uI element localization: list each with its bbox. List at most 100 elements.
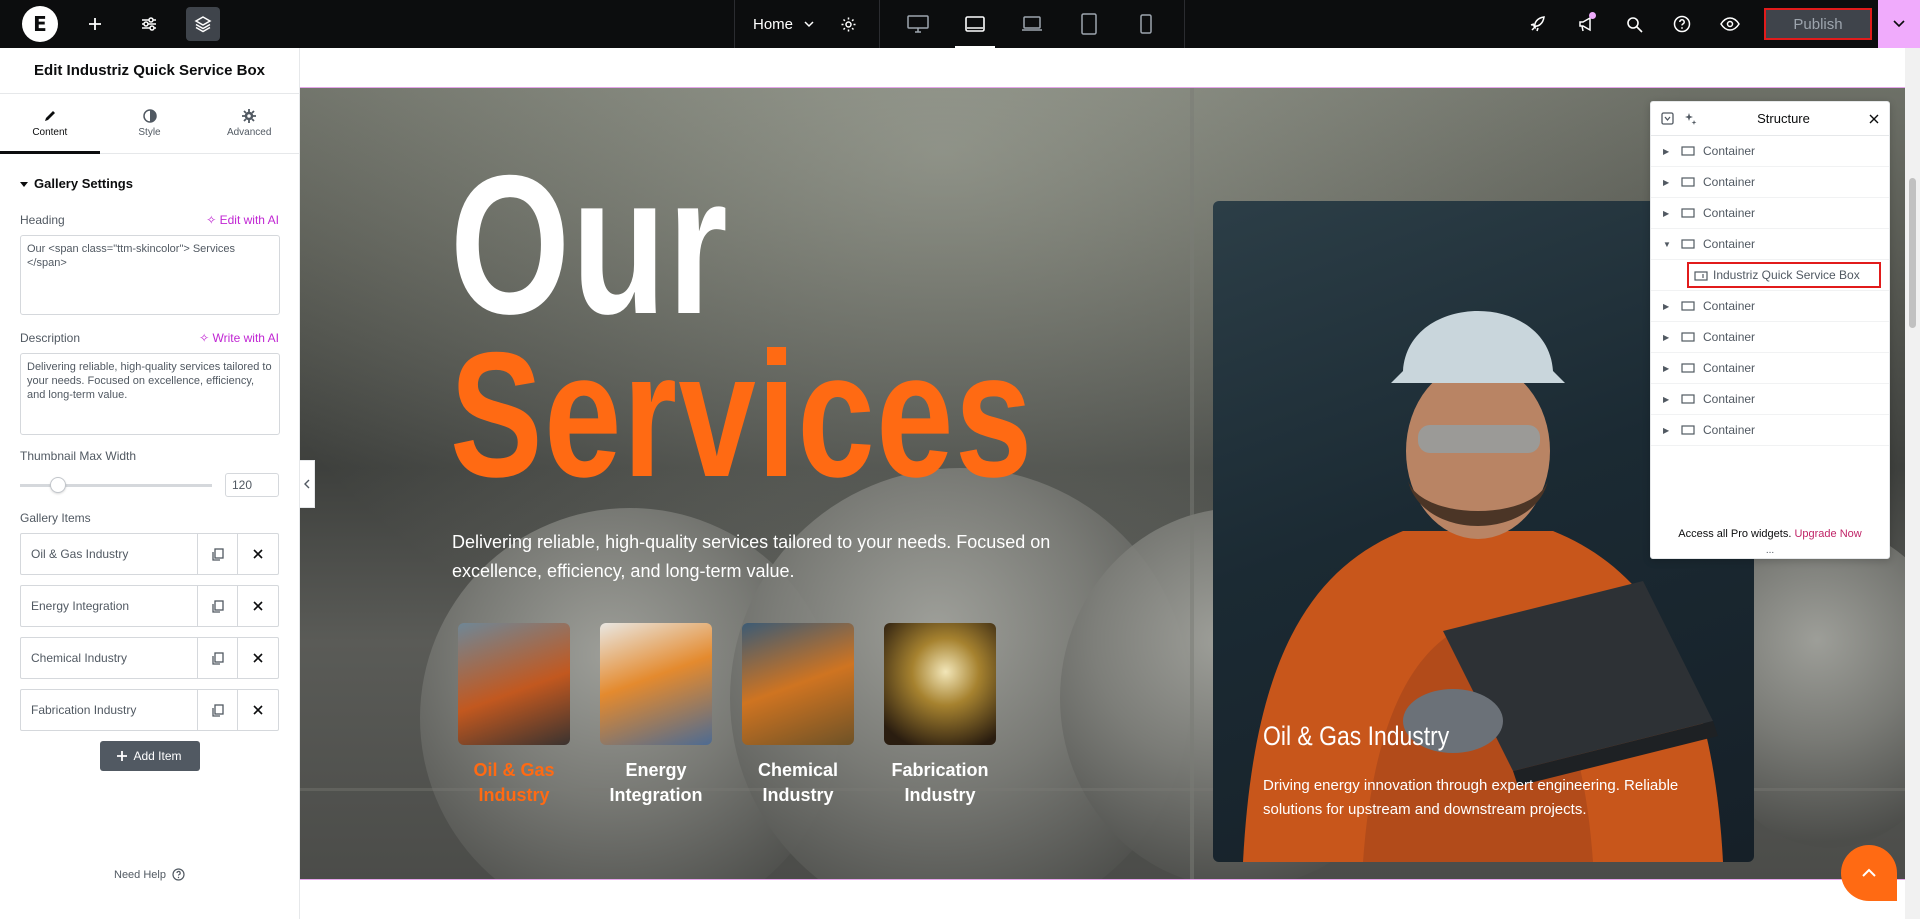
tab-advanced[interactable]: Advanced: [199, 94, 299, 153]
remove-item-button[interactable]: [238, 638, 278, 678]
gallery-item: Oil & Gas Industry: [20, 533, 279, 575]
description-textarea[interactable]: Delivering reliable, high-quality servic…: [20, 353, 280, 435]
device-desktop-button[interactable]: [898, 0, 938, 48]
structure-row[interactable]: ▶ Container: [1651, 291, 1889, 322]
canvas-scrollbar[interactable]: [1905, 48, 1920, 919]
structure-row[interactable]: ▶ Container: [1651, 415, 1889, 446]
service-thumb-chemical[interactable]: Chemical Industry: [736, 623, 860, 808]
caret-right-icon[interactable]: ▶: [1663, 178, 1673, 187]
tab-label: Style: [138, 127, 161, 138]
edit-with-ai-link[interactable]: ✧ Edit with AI: [206, 213, 279, 227]
need-help-label: Need Help: [114, 868, 166, 881]
tablet-landscape-icon: [965, 16, 985, 32]
edit-with-ai-label: Edit with AI: [219, 213, 279, 227]
structure-toggle-button[interactable]: [186, 7, 220, 41]
heading-textarea[interactable]: Our <span class="ttm-skincolor"> Service…: [20, 235, 280, 315]
structure-close-button[interactable]: [1869, 114, 1879, 124]
whats-new-button[interactable]: [1562, 0, 1610, 48]
publish-options-button[interactable]: [1878, 0, 1920, 48]
tab-content[interactable]: Content: [0, 94, 100, 154]
heading-label: Heading: [20, 213, 65, 227]
gallery-item-title[interactable]: Energy Integration: [21, 586, 198, 626]
upgrade-now-link[interactable]: Upgrade Now: [1794, 528, 1861, 540]
elementor-logo[interactable]: E: [22, 6, 58, 42]
gallery-item-title[interactable]: Oil & Gas Industry: [21, 534, 198, 574]
site-settings-button[interactable]: [132, 7, 166, 41]
page-name: Home: [753, 15, 794, 33]
caret-down-icon[interactable]: ▼: [1663, 240, 1673, 249]
desktop-icon: [907, 15, 930, 33]
publish-button[interactable]: Publish: [1764, 8, 1872, 40]
thumb-label: Chemical Industry: [736, 758, 860, 808]
editor-topbar: E Home Publish: [0, 0, 1920, 48]
row-label: Container: [1703, 330, 1756, 344]
structure-panel: Structure ▶ Container ▶ Container ▶ Contain…: [1650, 101, 1890, 559]
page-selector[interactable]: Home: [734, 0, 880, 48]
need-help-link[interactable]: Need Help: [0, 868, 299, 881]
structure-row[interactable]: ▼ Container: [1651, 229, 1889, 260]
device-laptop-button[interactable]: [1012, 0, 1052, 48]
remove-item-button[interactable]: [238, 534, 278, 574]
copy-icon: [211, 703, 224, 717]
caret-right-icon[interactable]: ▶: [1663, 333, 1673, 342]
caret-right-icon[interactable]: ▶: [1663, 426, 1673, 435]
tab-style[interactable]: Style: [100, 94, 200, 153]
help-button[interactable]: [1658, 0, 1706, 48]
duplicate-item-button[interactable]: [198, 638, 238, 678]
preview-button[interactable]: [1706, 0, 1754, 48]
thumb-width-label: Thumbnail Max Width: [20, 449, 137, 463]
duplicate-item-button[interactable]: [198, 690, 238, 730]
laptop-icon: [1021, 16, 1042, 31]
service-thumb-energy[interactable]: Energy Integration: [594, 623, 718, 808]
device-tablet-button[interactable]: [1069, 0, 1109, 48]
remove-item-button[interactable]: [238, 586, 278, 626]
gallery-item-title[interactable]: Fabrication Industry: [21, 690, 198, 730]
structure-row[interactable]: ▶ Container: [1651, 198, 1889, 229]
caret-right-icon[interactable]: ▶: [1663, 147, 1673, 156]
close-icon: [253, 653, 263, 663]
tab-label: Content: [32, 127, 68, 138]
copy-icon: [211, 599, 224, 613]
structure-resize-handle[interactable]: ...: [1651, 545, 1889, 556]
scrollbar-thumb[interactable]: [1909, 178, 1916, 328]
structure-row[interactable]: ▶ Container: [1651, 136, 1889, 167]
write-with-ai-link[interactable]: ✧ Write with AI: [199, 331, 279, 345]
close-icon: [253, 601, 263, 611]
structure-row[interactable]: ▶ Container: [1651, 384, 1889, 415]
launchpad-button[interactable]: [1514, 0, 1562, 48]
service-thumb-fabrication[interactable]: Fabrication Industry: [878, 623, 1002, 808]
panel-collapse-button[interactable]: [300, 460, 315, 508]
duplicate-item-button[interactable]: [198, 586, 238, 626]
duplicate-item-button[interactable]: [198, 534, 238, 574]
service-thumb-oil-gas[interactable]: Oil & Gas Industry: [452, 623, 576, 808]
finder-button[interactable]: [1610, 0, 1658, 48]
structure-dropdown-button[interactable]: [1661, 112, 1674, 125]
tablet-icon: [1081, 13, 1097, 35]
structure-row[interactable]: ▶ Container: [1651, 353, 1889, 384]
device-mobile-button[interactable]: [1126, 0, 1166, 48]
structure-row[interactable]: ▶ Container: [1651, 322, 1889, 353]
gallery-item-title[interactable]: Chemical Industry: [21, 638, 198, 678]
device-tablet-landscape-button[interactable]: [955, 0, 996, 48]
add-element-button[interactable]: [78, 7, 112, 41]
help-icon: [172, 868, 185, 881]
caret-right-icon[interactable]: ▶: [1663, 209, 1673, 218]
thumb-width-slider[interactable]: [20, 476, 212, 493]
remove-item-button[interactable]: [238, 690, 278, 730]
close-icon: [253, 549, 263, 559]
structure-row[interactable]: ▶ Container: [1651, 167, 1889, 198]
slider-handle[interactable]: [50, 476, 67, 493]
add-item-button[interactable]: Add Item: [99, 741, 200, 771]
page-settings-button[interactable]: [833, 16, 863, 33]
scroll-to-top-button[interactable]: [1841, 845, 1897, 901]
caret-right-icon[interactable]: ▶: [1663, 364, 1673, 373]
thumb-width-input[interactable]: 120: [225, 473, 279, 497]
thumb-image: [600, 623, 712, 745]
structure-ai-button[interactable]: [1684, 112, 1698, 126]
thumb-width-header: Thumbnail Max Width: [0, 449, 299, 463]
caret-right-icon[interactable]: ▶: [1663, 395, 1673, 404]
topbar-left: E: [0, 0, 734, 48]
structure-row-selected-widget[interactable]: Industriz Quick Service Box: [1651, 260, 1889, 291]
caret-right-icon[interactable]: ▶: [1663, 302, 1673, 311]
gallery-settings-section[interactable]: Gallery Settings: [0, 154, 299, 205]
